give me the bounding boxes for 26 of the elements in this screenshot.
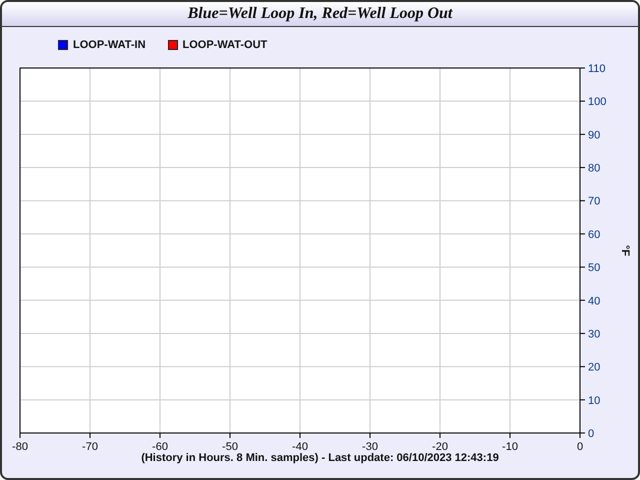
axis-label: 100 xyxy=(588,96,606,108)
axis-label: 90 xyxy=(588,129,600,142)
axis-label: -10 xyxy=(502,441,518,450)
axis-label: 0 xyxy=(576,441,584,450)
axis-label: 0 xyxy=(588,428,594,440)
axis-label: 60 xyxy=(588,228,600,241)
axis-label: 110 xyxy=(588,63,606,75)
axis-label: -60 xyxy=(152,441,168,450)
axis-label: -40 xyxy=(292,441,308,450)
axis-label: 40 xyxy=(588,295,600,308)
axis-label: 20 xyxy=(588,362,600,374)
axis-label: 70 xyxy=(588,196,600,208)
axis-label: -70 xyxy=(82,441,98,450)
axis-label: 10 xyxy=(588,394,600,407)
axis-label: -30 xyxy=(362,441,378,450)
axis-label: 50 xyxy=(588,262,600,274)
legend-item: LOOP-WAT-IN xyxy=(58,38,146,50)
legend-item: LOOP-WAT-OUT xyxy=(168,38,268,50)
axis-label: -20 xyxy=(432,441,448,450)
window-title: Blue=Well Loop In, Red=Well Loop Out xyxy=(188,5,452,23)
axis-label: 80 xyxy=(588,162,600,175)
axis-label: -50 xyxy=(222,441,238,450)
axis-label: -80 xyxy=(12,441,28,450)
axis-label: 30 xyxy=(588,328,600,340)
axis-title: °F xyxy=(619,244,631,256)
axis-title: (History in Hours. 8 Min. samples) - Last update: 06/10/2023 12:43:19 xyxy=(141,452,499,464)
